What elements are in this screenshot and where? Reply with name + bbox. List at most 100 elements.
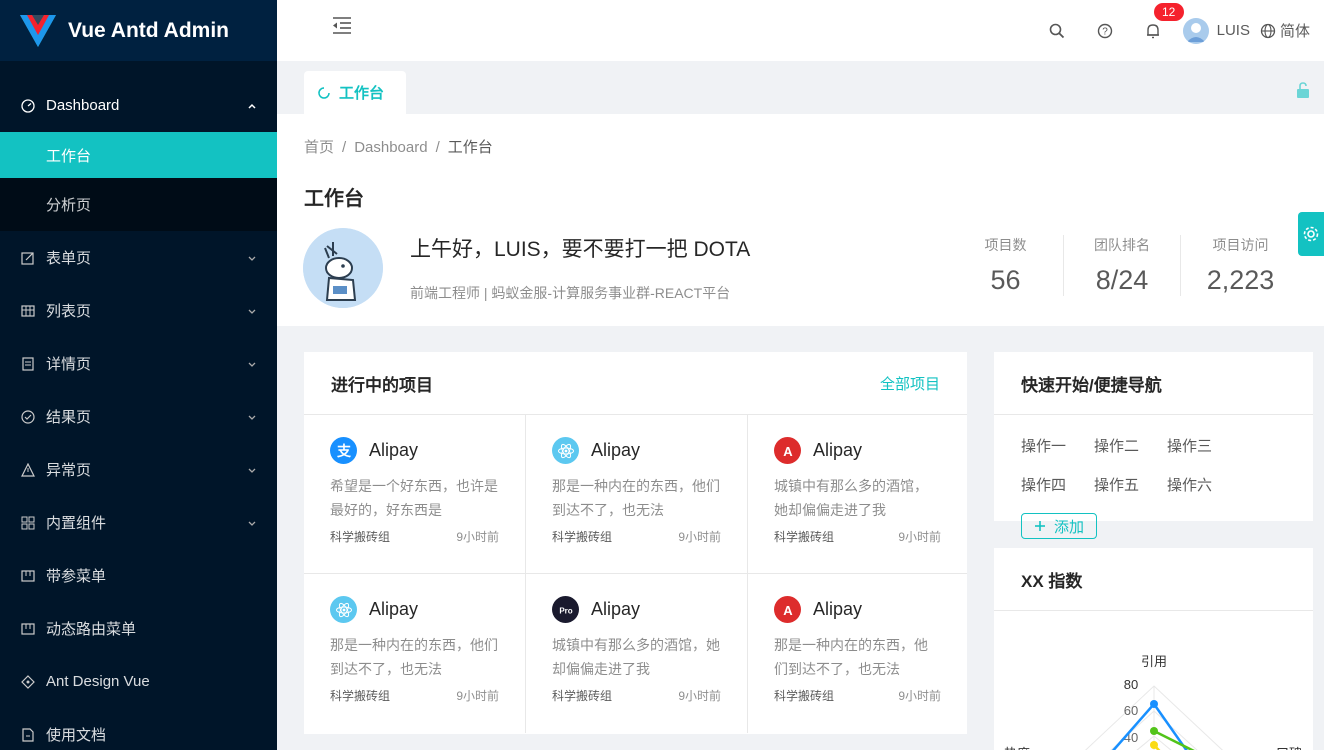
radar-series-blue (1152, 703, 1188, 750)
project-desc: 那是一种内在的东西，他们到达不了，也无法 (774, 637, 928, 677)
project-item[interactable]: A Alipay 城镇中有那么多的酒馆，她却偏偏走进了我 科学搬砖组 9小时前 (748, 415, 967, 574)
unlock-icon[interactable] (1294, 81, 1312, 99)
sidebar-item-analysis[interactable]: 分析页 (0, 178, 277, 231)
angular-icon: A (774, 596, 801, 623)
react-icon (552, 437, 579, 464)
user-name: LUIS (1216, 22, 1250, 39)
quick-link[interactable]: 操作五 (1094, 474, 1167, 513)
svg-text:支: 支 (336, 443, 352, 459)
radar-chart: 引用 热度 口碑 80 60 40 (1004, 654, 1302, 750)
breadcrumb-home[interactable]: 首页 (304, 139, 334, 156)
radar-axis-label: 引用 (1141, 654, 1167, 669)
project-group[interactable]: 科学搬砖组 (330, 528, 390, 545)
radar-point (1150, 727, 1158, 735)
project-name: Alipay (813, 599, 863, 619)
dashboard-submenu: 工作台 分析页 (0, 132, 277, 231)
sidebar-item-docs[interactable]: 使用文档 (0, 708, 277, 750)
user-menu[interactable]: LUIS (1177, 0, 1260, 61)
quick-nav-links: 操作一 操作二 操作三 操作四 操作五 操作六 添加 (994, 415, 1304, 539)
notification-button[interactable]: 12 (1129, 0, 1185, 61)
project-group[interactable]: 科学搬砖组 (330, 687, 390, 704)
stat-value: 56 (990, 265, 1021, 295)
sidebar-item-exception[interactable]: 异常页 (0, 443, 277, 496)
sidebar-item-workplace[interactable]: 工作台 (0, 132, 277, 178)
sidebar-item-ant-design-vue[interactable]: Ant Design Vue (0, 655, 277, 708)
sidebar-item-label: Ant Design Vue (46, 673, 150, 690)
project-group[interactable]: 科学搬砖组 (774, 687, 834, 704)
user-title-text: 前端工程师 | 蚂蚁金服-计算服务事业群-REACT平台 (410, 285, 731, 301)
table-icon (20, 303, 36, 319)
project-name: Alipay (369, 440, 419, 460)
project-desc: 那是一种内在的东西，他们到达不了，也无法 (552, 478, 720, 518)
card-header: XX 指数 (994, 548, 1313, 611)
quick-nav-card: 快速开始/便捷导航 操作一 操作二 操作三 操作四 操作五 操作六 添加 (994, 352, 1313, 539)
top-header: ? 12 LUIS 简体 (277, 0, 1324, 61)
sidebar-item-label: Dashboard (46, 97, 120, 114)
project-name: Alipay (591, 440, 641, 460)
sidebar: Vue Antd Admin Dashboard 工作台 分析页 表单页 列表页… (0, 0, 277, 750)
project-name: Alipay (813, 440, 863, 460)
stat-label: 团队排名 (1094, 237, 1150, 253)
ant-design-icon (20, 674, 36, 690)
language-switcher[interactable]: 简体 (1260, 20, 1324, 41)
radar-point (1150, 741, 1158, 749)
project-item[interactable]: Alipay 那是一种内在的东西，他们到达不了，也无法 科学搬砖组 9小时前 (526, 415, 748, 574)
card-title: 快速开始/便捷导航 (1021, 375, 1162, 395)
chevron-down-icon (248, 362, 256, 367)
menu-fold-icon[interactable] (331, 14, 353, 36)
sidebar-item-dynamic-route[interactable]: 动态路由菜单 (0, 602, 277, 655)
chevron-down-icon (248, 309, 256, 314)
file-icon (20, 727, 36, 743)
projects-card: 进行中的项目 全部项目 支 Alipay 希望是一个好东西，也许是最好的，好东西… (304, 352, 967, 734)
project-group[interactable]: 科学搬砖组 (552, 528, 612, 545)
project-item[interactable]: A Alipay 那是一种内在的东西，他们到达不了，也无法 科学搬砖组 9小时前 (748, 574, 967, 733)
stat-visits: 项目访问 2,223 (1180, 235, 1300, 296)
project-group[interactable]: 科学搬砖组 (552, 687, 612, 704)
language-label: 简体 (1279, 23, 1310, 40)
quick-link[interactable]: 操作一 (1021, 435, 1094, 474)
globe-icon (1260, 23, 1276, 38)
chevron-down-icon (248, 415, 256, 420)
sidebar-item-result[interactable]: 结果页 (0, 390, 277, 443)
greeting-text: 上午好，LUIS，要不要打一把 DOTA (410, 238, 751, 261)
svg-text:A: A (783, 603, 793, 618)
add-link-button[interactable]: 添加 (1021, 513, 1098, 539)
sidebar-item-list[interactable]: 列表页 (0, 284, 277, 337)
breadcrumb-dashboard[interactable]: Dashboard (354, 139, 427, 156)
chevron-up-icon (248, 103, 256, 109)
project-group[interactable]: 科学搬砖组 (774, 528, 834, 545)
sidebar-item-label: 详情页 (46, 356, 92, 373)
sidebar-item-components[interactable]: 内置组件 (0, 496, 277, 549)
svg-text:?: ? (1102, 26, 1108, 37)
logo[interactable]: Vue Antd Admin (0, 0, 277, 61)
tab-workplace[interactable]: 工作台 (304, 71, 406, 114)
pro-icon: Pro (552, 596, 579, 623)
project-item[interactable]: 支 Alipay 希望是一个好东西，也许是最好的，好东西是 科学搬砖组 9小时前 (304, 415, 526, 574)
sidebar-item-label: 结果页 (46, 409, 92, 426)
search-icon (1049, 23, 1064, 38)
quick-link[interactable]: 操作四 (1021, 474, 1094, 513)
profile-icon (20, 356, 36, 372)
radar-card: XX 指数 引用 热度 口碑 80 60 40 (994, 548, 1313, 750)
stat-value: 2,223 (1206, 265, 1275, 295)
project-item[interactable]: Alipay 那是一种内在的东西，他们到达不了，也无法 科学搬砖组 9小时前 (304, 574, 526, 733)
all-projects-link[interactable]: 全部项目 (880, 373, 940, 394)
project-desc: 希望是一个好东西，也许是最好的，好东西是 (330, 478, 498, 518)
help-button[interactable]: ? (1081, 0, 1129, 61)
quick-link[interactable]: 操作三 (1167, 435, 1240, 474)
sidebar-item-label: 动态路由菜单 (46, 621, 137, 638)
settings-drawer-button[interactable] (1298, 212, 1324, 256)
sidebar-item-param-menu[interactable]: 带参菜单 (0, 549, 277, 602)
search-button[interactable] (1033, 0, 1081, 61)
stat-label: 项目数 (984, 237, 1027, 253)
sidebar-item-detail[interactable]: 详情页 (0, 337, 277, 390)
sidebar-item-form[interactable]: 表单页 (0, 231, 277, 284)
card-header: 进行中的项目 全部项目 (304, 352, 967, 415)
project-grid: 支 Alipay 希望是一个好东西，也许是最好的，好东西是 科学搬砖组 9小时前… (304, 415, 967, 733)
quick-link[interactable]: 操作二 (1094, 435, 1167, 474)
quick-link[interactable]: 操作六 (1167, 474, 1240, 513)
sidebar-item-dashboard[interactable]: Dashboard (0, 79, 277, 132)
stat-team-rank: 团队排名 8/24 (1063, 235, 1180, 296)
project-time: 9小时前 (678, 689, 721, 703)
project-item[interactable]: Pro Alipay 城镇中有那么多的酒馆，她却偏偏走进了我 科学搬砖组 9小时… (526, 574, 748, 733)
